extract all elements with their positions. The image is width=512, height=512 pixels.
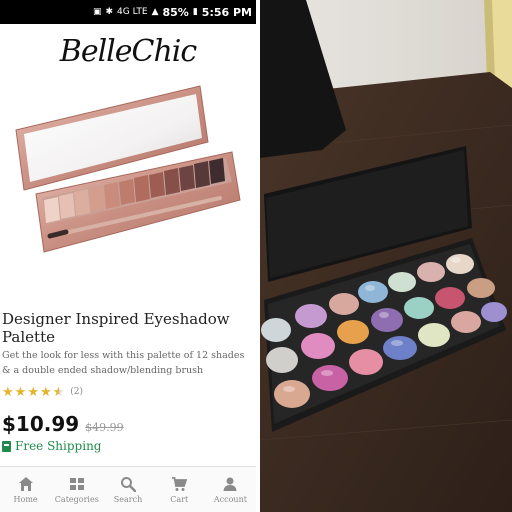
star-icon: ★ — [39, 384, 52, 400]
search-icon — [121, 476, 136, 492]
home-icon — [18, 476, 33, 491]
clock: 5:56 PM — [201, 5, 252, 19]
cart-icon — [172, 476, 188, 491]
nav-search-label: Search — [113, 494, 143, 504]
bottom-navigation: Home Categories Search Cart Account — [0, 466, 256, 512]
original-price: $49.99 — [85, 421, 124, 434]
star-icon: ★ — [27, 384, 39, 400]
nav-home-label: Home — [13, 494, 38, 504]
network-icon: 4G LTE — [117, 7, 148, 17]
photo-notification-icon: ▣ — [92, 7, 102, 17]
phone-screenshot: ▣ ✱ 4G LTE ▲ 85% ▮ 5:56 PM BelleChic Des… — [0, 0, 256, 512]
signal-icon: ▲ — [151, 7, 159, 17]
status-bar: ▣ ✱ 4G LTE ▲ 85% ▮ 5:56 PM — [0, 0, 256, 24]
nav-search[interactable]: Search — [102, 467, 153, 512]
battery-percent: 85% — [162, 5, 189, 19]
free-shipping: Free Shipping — [2, 439, 101, 453]
star-icon: ★ — [2, 384, 14, 400]
product-title: Designer Inspired Eyeshadow Palette — [2, 310, 230, 346]
nav-account-label: Account — [213, 494, 247, 504]
grid-icon — [69, 477, 84, 490]
shipping-label: Free Shipping — [15, 439, 102, 453]
nav-account[interactable]: Account — [205, 467, 256, 512]
brand-logo[interactable]: BelleChic — [0, 24, 256, 78]
review-count[interactable]: (2) — [70, 387, 83, 397]
product-description: Get the look for less with this palette … — [2, 350, 245, 376]
price-row: $10.99 $49.99 — [2, 412, 124, 436]
nav-home[interactable]: Home — [0, 467, 51, 512]
nav-categories-label: Categories — [54, 494, 99, 504]
product-image[interactable] — [10, 82, 246, 262]
nav-categories[interactable]: Categories — [51, 467, 102, 512]
half-star-icon: ★ — [52, 384, 65, 400]
palette-photo — [260, 0, 512, 512]
nav-cart-label: Cart — [170, 494, 189, 504]
current-price: $10.99 — [2, 412, 80, 436]
user-icon — [223, 477, 237, 491]
battery-icon: ▮ — [192, 7, 198, 17]
nav-cart[interactable]: Cart — [154, 467, 205, 512]
rating-stars[interactable]: ★ ★ ★ ★ ★ (2) — [2, 384, 83, 400]
bookmark-icon — [2, 440, 11, 452]
bluetooth-icon: ✱ — [105, 7, 114, 17]
star-icon: ★ — [14, 384, 27, 400]
